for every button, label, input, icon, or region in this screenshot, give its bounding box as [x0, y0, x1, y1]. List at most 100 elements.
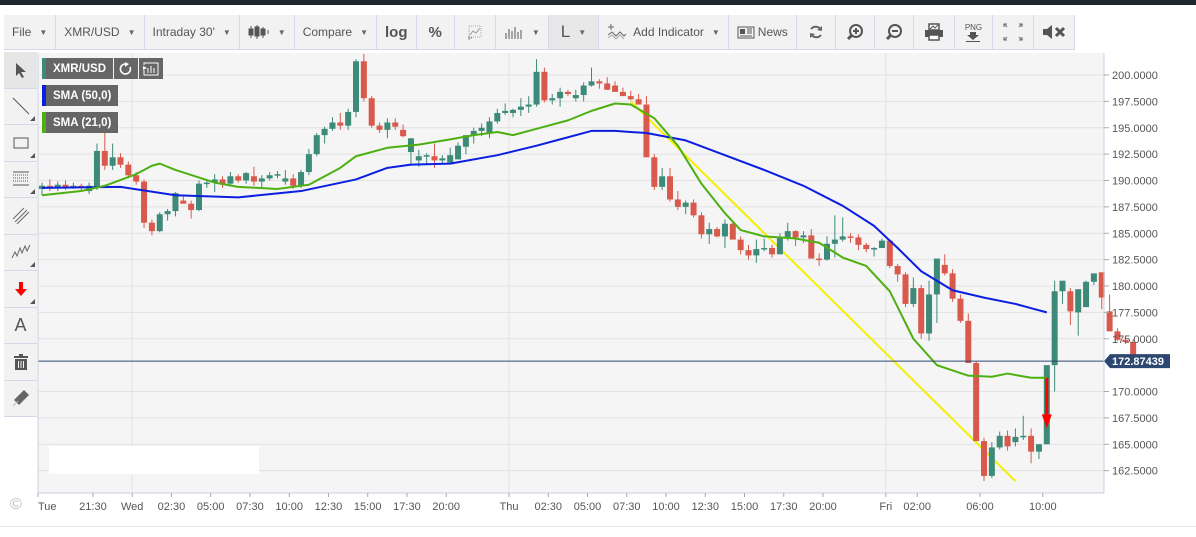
candle-body — [1067, 291, 1074, 312]
candle-body — [1012, 436, 1019, 443]
sma21-legend: SMA (21,0) — [42, 112, 119, 133]
candle-body — [368, 98, 375, 126]
candle — [949, 269, 956, 302]
candle-body — [981, 441, 987, 476]
candle-body — [392, 122, 399, 127]
x-tick-label: 20:00 — [809, 501, 837, 513]
y-tick-label: 185.0000 — [1112, 228, 1158, 240]
candle-body — [439, 158, 446, 161]
x-tick-label: 07:30 — [236, 501, 264, 513]
candle-body — [619, 91, 626, 97]
candle-body — [557, 91, 564, 99]
candle — [651, 154, 658, 190]
x-tick-label: Tue — [38, 501, 57, 513]
candle-body — [1020, 435, 1027, 438]
candle-body — [502, 110, 509, 113]
candle-body — [706, 229, 713, 235]
copyright-icon: © — [10, 496, 22, 513]
candle-body — [141, 181, 148, 223]
candle-body — [494, 112, 501, 122]
candle-body — [894, 265, 901, 275]
y-tick-label: 190.0000 — [1112, 176, 1158, 188]
candle-body — [227, 176, 234, 184]
candle-body — [902, 274, 909, 304]
y-tick-label: 192.5000 — [1112, 149, 1158, 161]
candle-body — [761, 248, 768, 250]
candle-body — [1059, 280, 1066, 292]
candle-body — [1004, 435, 1011, 447]
candle-body — [674, 199, 681, 207]
candle — [141, 179, 148, 228]
y-tick-label: 175.0000 — [1112, 334, 1158, 346]
x-tick-label: 21:30 — [79, 501, 107, 513]
candle-body — [533, 71, 540, 105]
candle-body — [298, 172, 305, 186]
candle-body — [737, 239, 744, 251]
candle-body — [831, 239, 838, 244]
candle-body — [329, 122, 336, 129]
y-tick-label: 177.5000 — [1112, 307, 1158, 319]
sma50-legend-label[interactable]: SMA (50,0) — [46, 85, 119, 106]
x-tick-label: Wed — [121, 501, 143, 513]
x-tick-label: 17:30 — [393, 501, 421, 513]
x-tick-label: 07:30 — [613, 501, 641, 513]
x-tick-label: 10:00 — [652, 501, 680, 513]
x-tick-label: 15:00 — [731, 501, 759, 513]
candle-body — [572, 95, 579, 99]
candle-body — [431, 156, 438, 161]
candle-body — [360, 61, 367, 99]
candle-body — [878, 240, 885, 249]
candle-body — [588, 81, 595, 86]
x-tick-label: 05:00 — [574, 501, 602, 513]
x-tick-label: 12:30 — [691, 501, 719, 513]
candle — [1083, 280, 1090, 308]
candle-body — [753, 249, 760, 256]
candle-body — [973, 363, 980, 442]
sma50-legend: SMA (50,0) — [42, 85, 119, 106]
candle-body — [839, 236, 846, 240]
candle-body — [148, 222, 155, 232]
candle-body — [855, 237, 862, 245]
symbol-settings-button[interactable] — [139, 58, 164, 79]
candle-body — [721, 223, 728, 237]
x-tick-label: 17:30 — [770, 501, 798, 513]
symbol-legend-label[interactable]: XMR/USD — [46, 58, 114, 79]
candle — [918, 284, 925, 339]
candle-body — [776, 237, 783, 255]
candle-body — [1090, 273, 1097, 282]
candle-body — [517, 106, 524, 110]
candle-body — [282, 178, 289, 182]
y-tick-label: 170.0000 — [1112, 387, 1158, 399]
candle — [368, 96, 375, 128]
candle-body — [376, 125, 383, 130]
candle-body — [1083, 281, 1090, 308]
candle-body — [345, 111, 352, 126]
candle — [313, 133, 320, 157]
candle-body — [400, 129, 407, 137]
symbol-legend: XMR/USD — [42, 58, 164, 79]
candle-body — [745, 250, 752, 256]
candle-body — [965, 320, 972, 364]
candle-body — [1028, 435, 1035, 452]
candle-body — [886, 240, 893, 266]
x-tick-label: 02:00 — [903, 501, 931, 513]
bar-chart-settings-icon — [143, 62, 159, 75]
candle-body — [384, 122, 391, 130]
reload-symbol-button[interactable] — [114, 58, 139, 79]
candle-body — [243, 173, 250, 181]
sma21-legend-label[interactable]: SMA (21,0) — [46, 112, 119, 133]
candle-body — [627, 96, 634, 100]
candle — [353, 59, 359, 118]
y-tick-label: 197.5000 — [1112, 96, 1158, 108]
candle-body — [290, 178, 297, 186]
candle-body — [180, 200, 187, 204]
candle — [902, 272, 909, 308]
candle-body — [266, 175, 273, 179]
candle-body — [415, 156, 422, 161]
y-tick-label: 187.5000 — [1112, 202, 1158, 214]
candle — [156, 212, 163, 233]
candle-body — [714, 229, 721, 237]
x-tick-label: 12:30 — [315, 501, 343, 513]
candle-body — [109, 157, 116, 166]
candle — [981, 437, 987, 482]
